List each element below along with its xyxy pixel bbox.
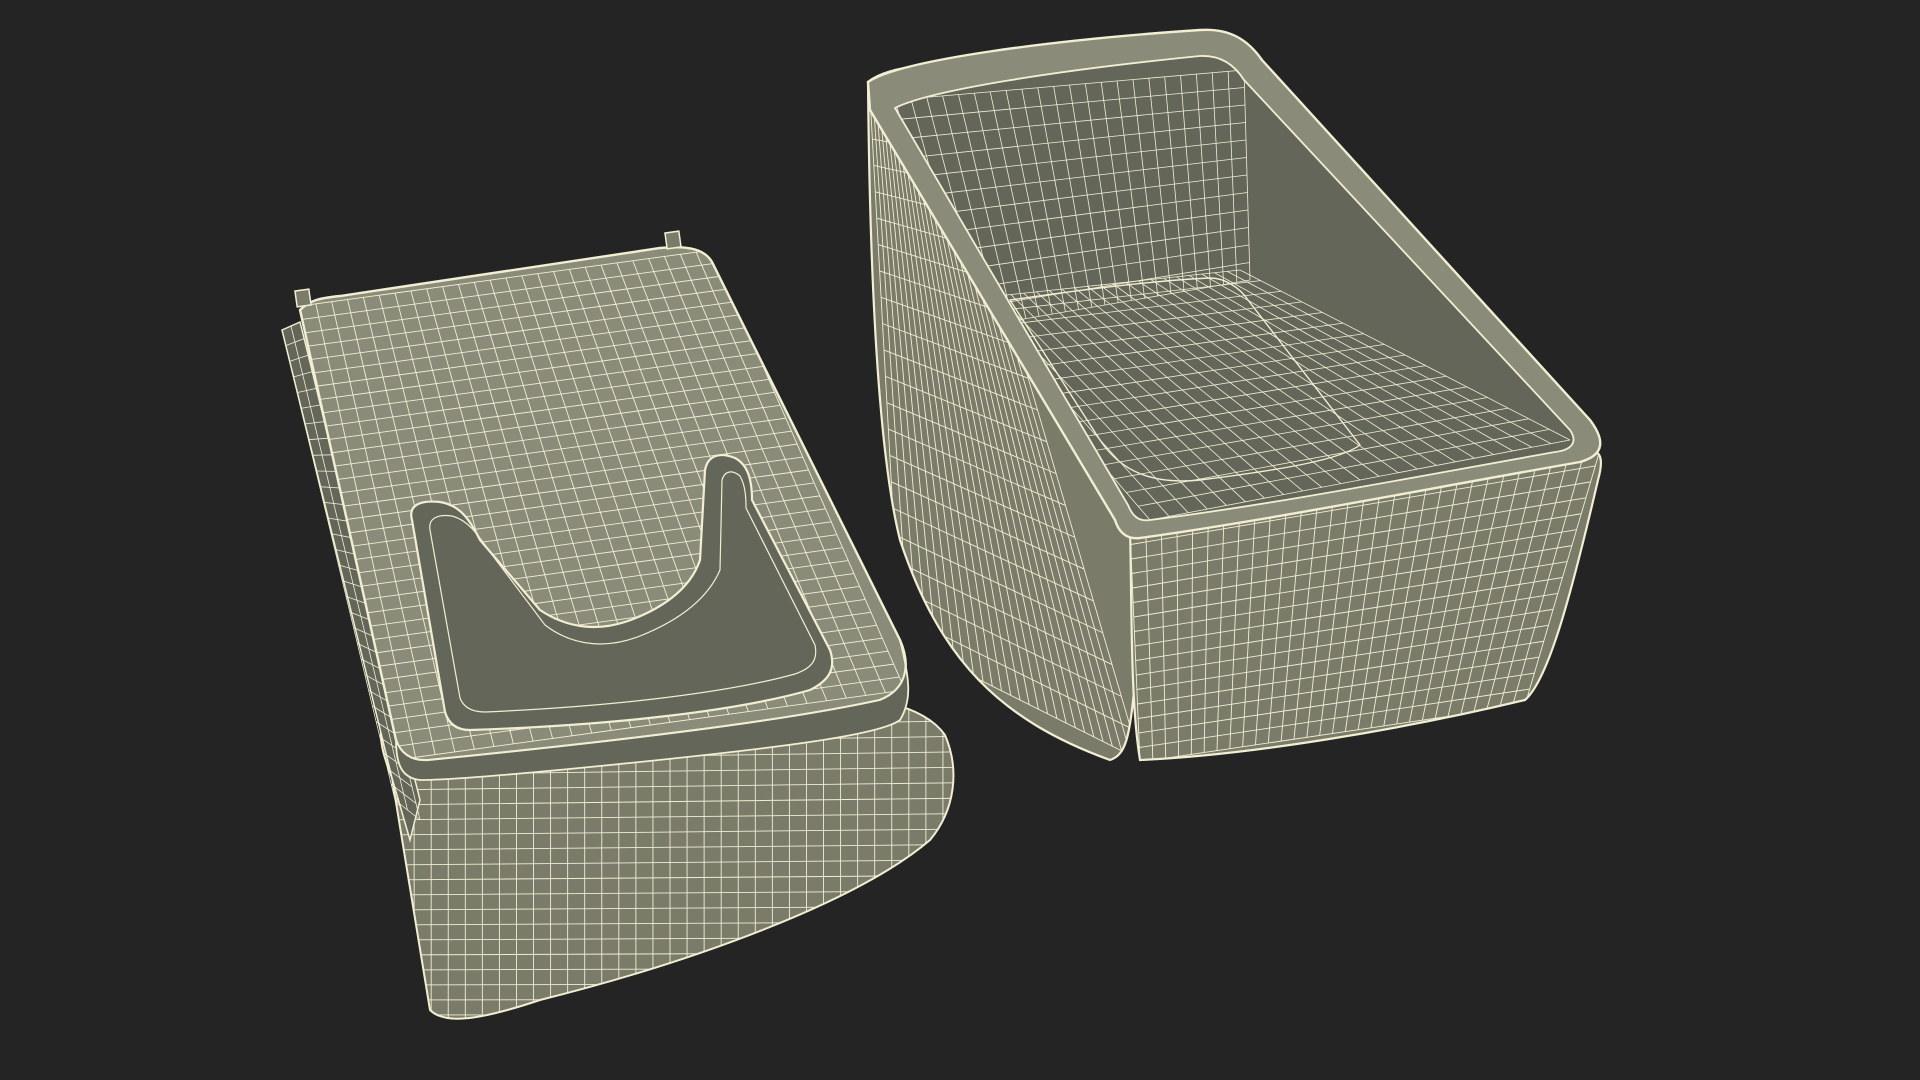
lid-hinge-tab-right bbox=[664, 230, 682, 250]
wireframe-render-viewport bbox=[0, 0, 1920, 1080]
lid-hinge-tab-left bbox=[294, 288, 312, 308]
